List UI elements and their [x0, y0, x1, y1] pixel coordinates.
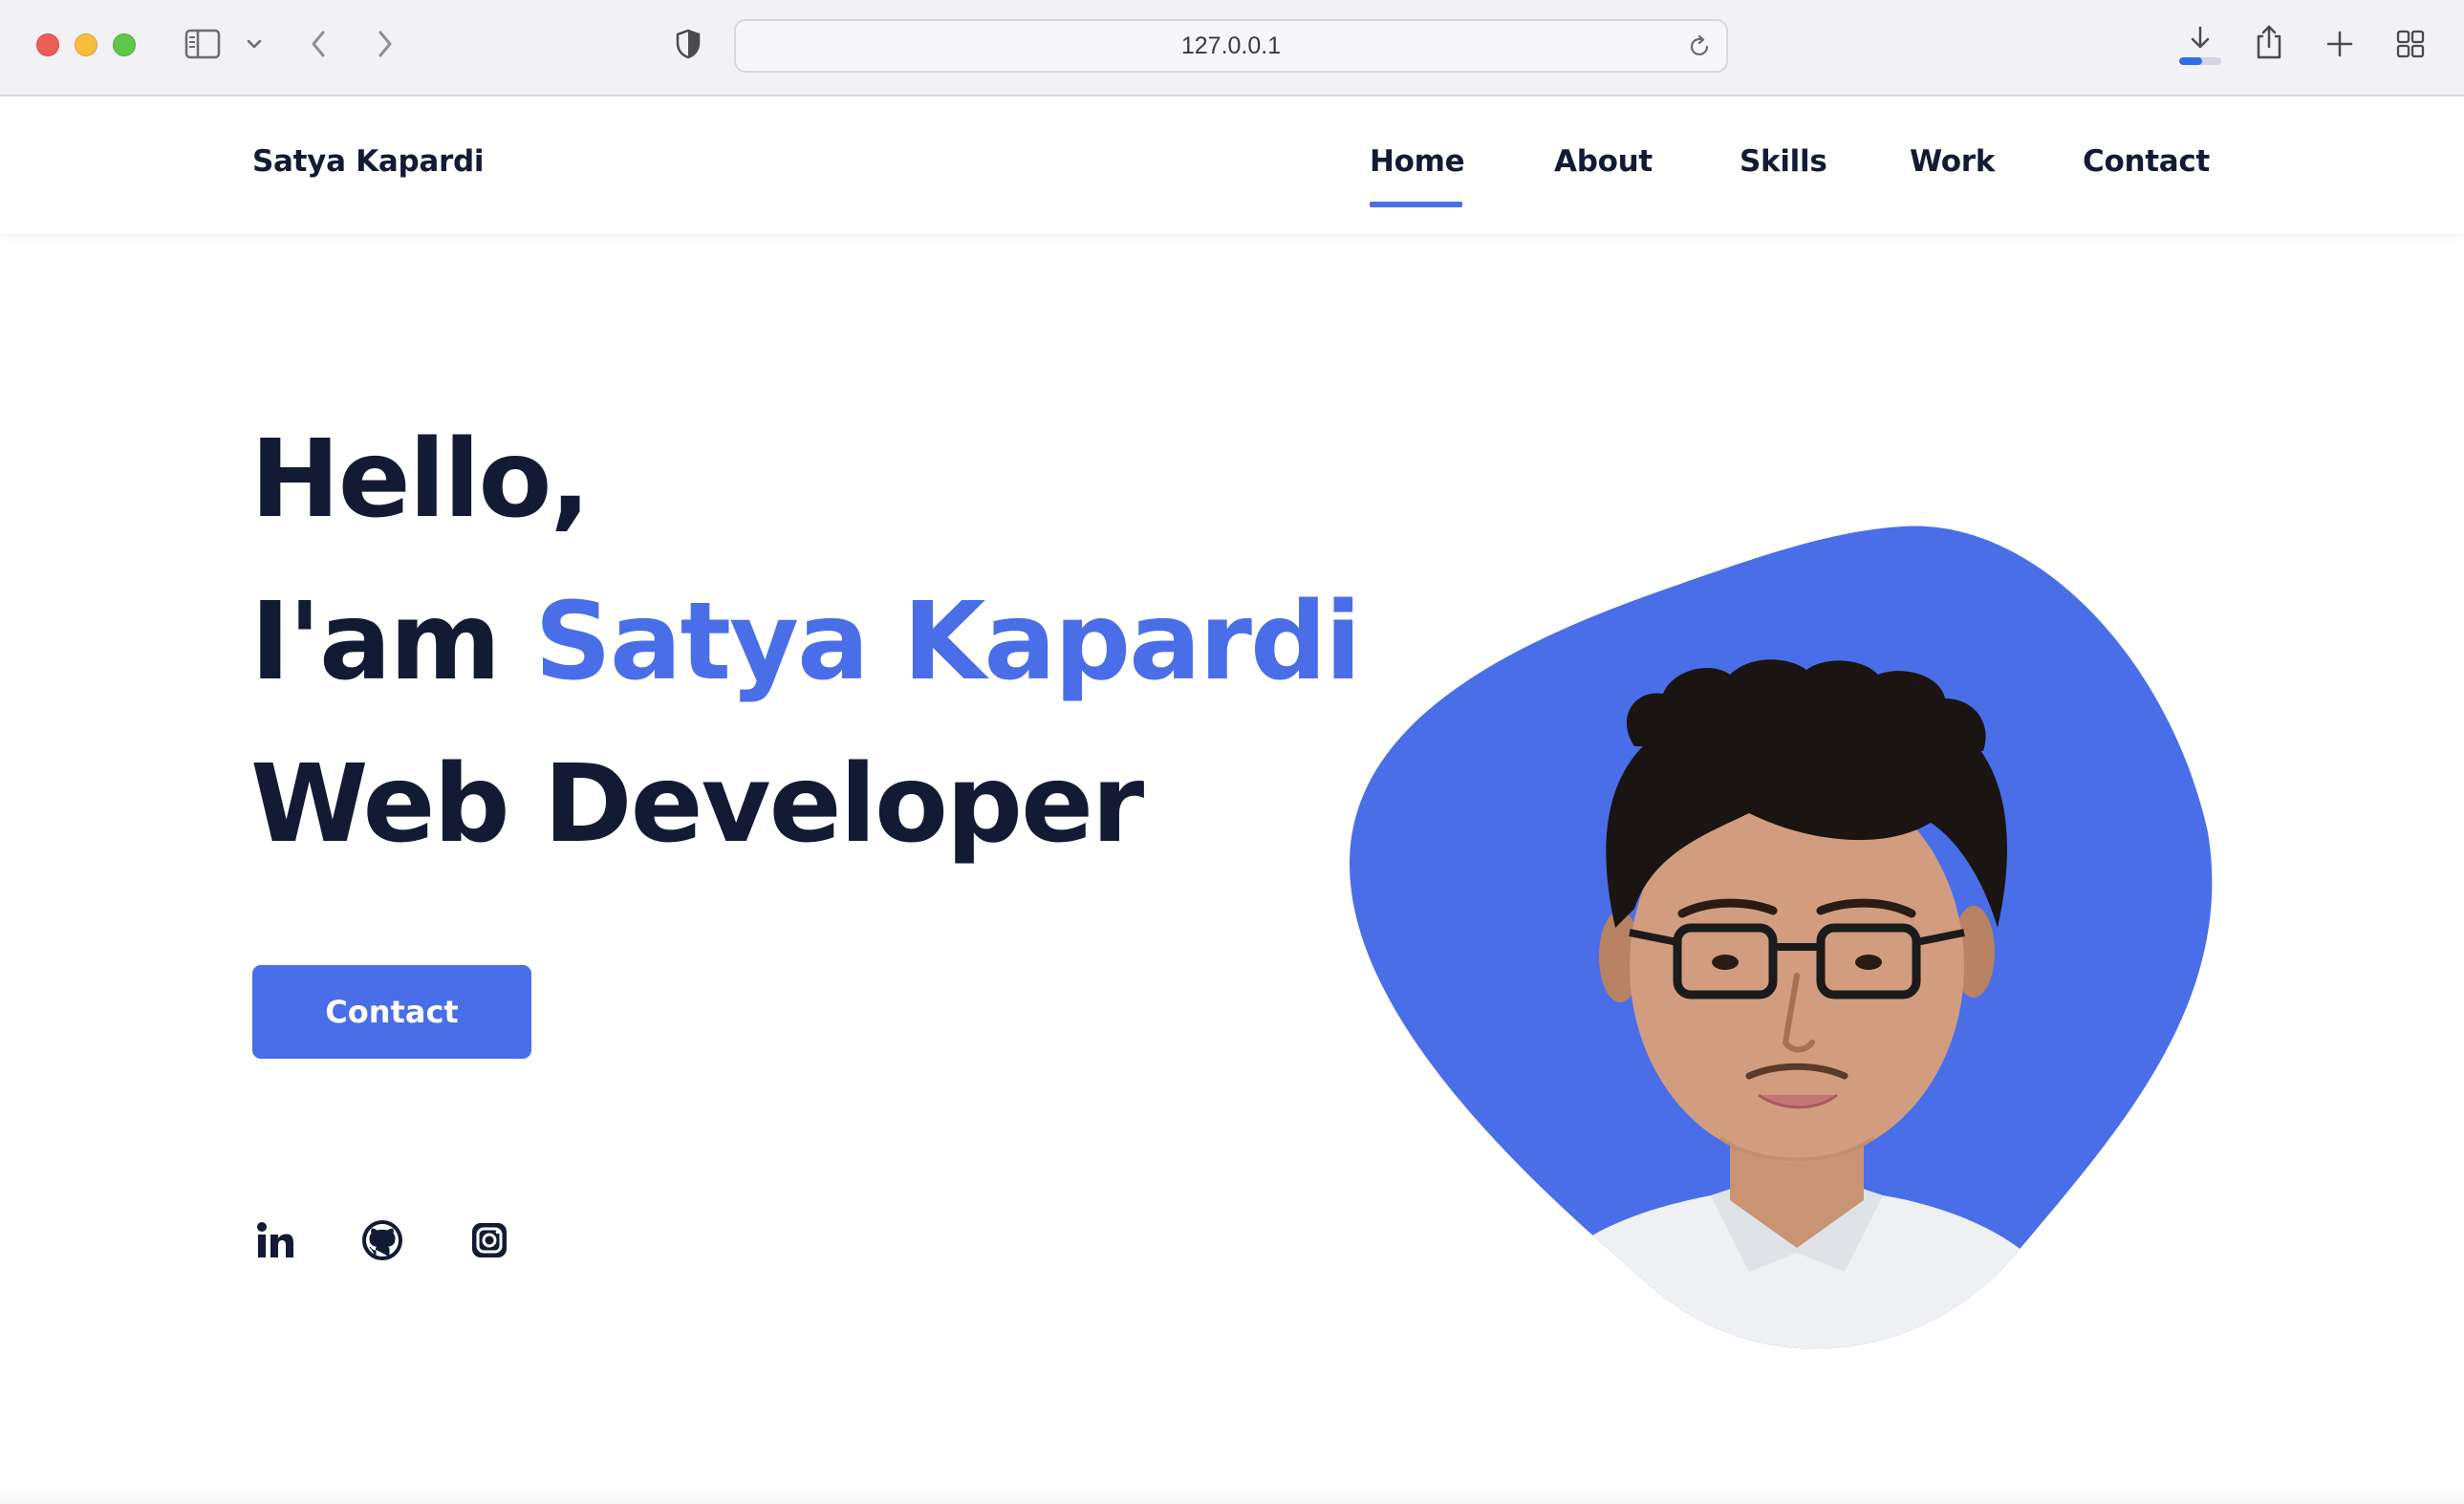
nav-home[interactable]: Home	[1370, 144, 1465, 179]
forward-icon[interactable]	[371, 27, 400, 61]
instagram-icon[interactable]	[466, 1217, 512, 1263]
hero-intro: I'am Satya Kapardi	[250, 589, 1362, 696]
url-text: 127.0.0.1	[1180, 32, 1282, 59]
downloads-icon[interactable]	[2183, 23, 2217, 57]
contact-button[interactable]: Contact	[252, 965, 531, 1059]
hero-greeting: Hello,	[250, 418, 591, 542]
nav-active-indicator	[1370, 202, 1462, 207]
sidebar-toggle-icon[interactable]	[184, 27, 222, 61]
hero-title: Web Developer	[250, 742, 1144, 867]
window-maximize-button[interactable]	[113, 33, 136, 56]
browser-toolbar: 127.0.0.1	[0, 0, 2464, 97]
nav-about[interactable]: About	[1554, 144, 1653, 179]
reload-icon[interactable]	[1686, 33, 1713, 60]
page-bottom-edge	[0, 1485, 2464, 1504]
download-progress-fill	[2179, 57, 2203, 65]
site-header: Satya Kapardi Home About Skills Work Con…	[0, 97, 2464, 234]
back-icon[interactable]	[304, 27, 333, 61]
tab-overview-icon[interactable]	[2393, 27, 2428, 61]
download-progress-bar	[2179, 57, 2221, 65]
window-close-button[interactable]	[36, 33, 59, 56]
nav-skills[interactable]: Skills	[1740, 144, 1827, 179]
hero-portrait	[1348, 431, 2219, 1367]
new-tab-icon[interactable]	[2323, 27, 2357, 61]
hero-intro-prefix: I'am	[250, 580, 535, 704]
nav-work[interactable]: Work	[1910, 144, 1995, 179]
window-minimize-button[interactable]	[75, 33, 97, 56]
address-bar[interactable]: 127.0.0.1	[734, 19, 1728, 73]
chevron-down-icon[interactable]	[243, 34, 266, 54]
github-icon[interactable]	[359, 1217, 405, 1263]
hero-name: Satya Kapardi	[534, 580, 1361, 704]
nav-contact[interactable]: Contact	[2083, 144, 2210, 179]
web-page: Satya Kapardi Home About Skills Work Con…	[0, 97, 2464, 1504]
share-icon[interactable]	[2252, 21, 2286, 63]
linkedin-icon[interactable]	[252, 1217, 298, 1263]
site-logo[interactable]: Satya Kapardi	[252, 144, 485, 179]
privacy-shield-icon[interactable]	[673, 27, 703, 61]
